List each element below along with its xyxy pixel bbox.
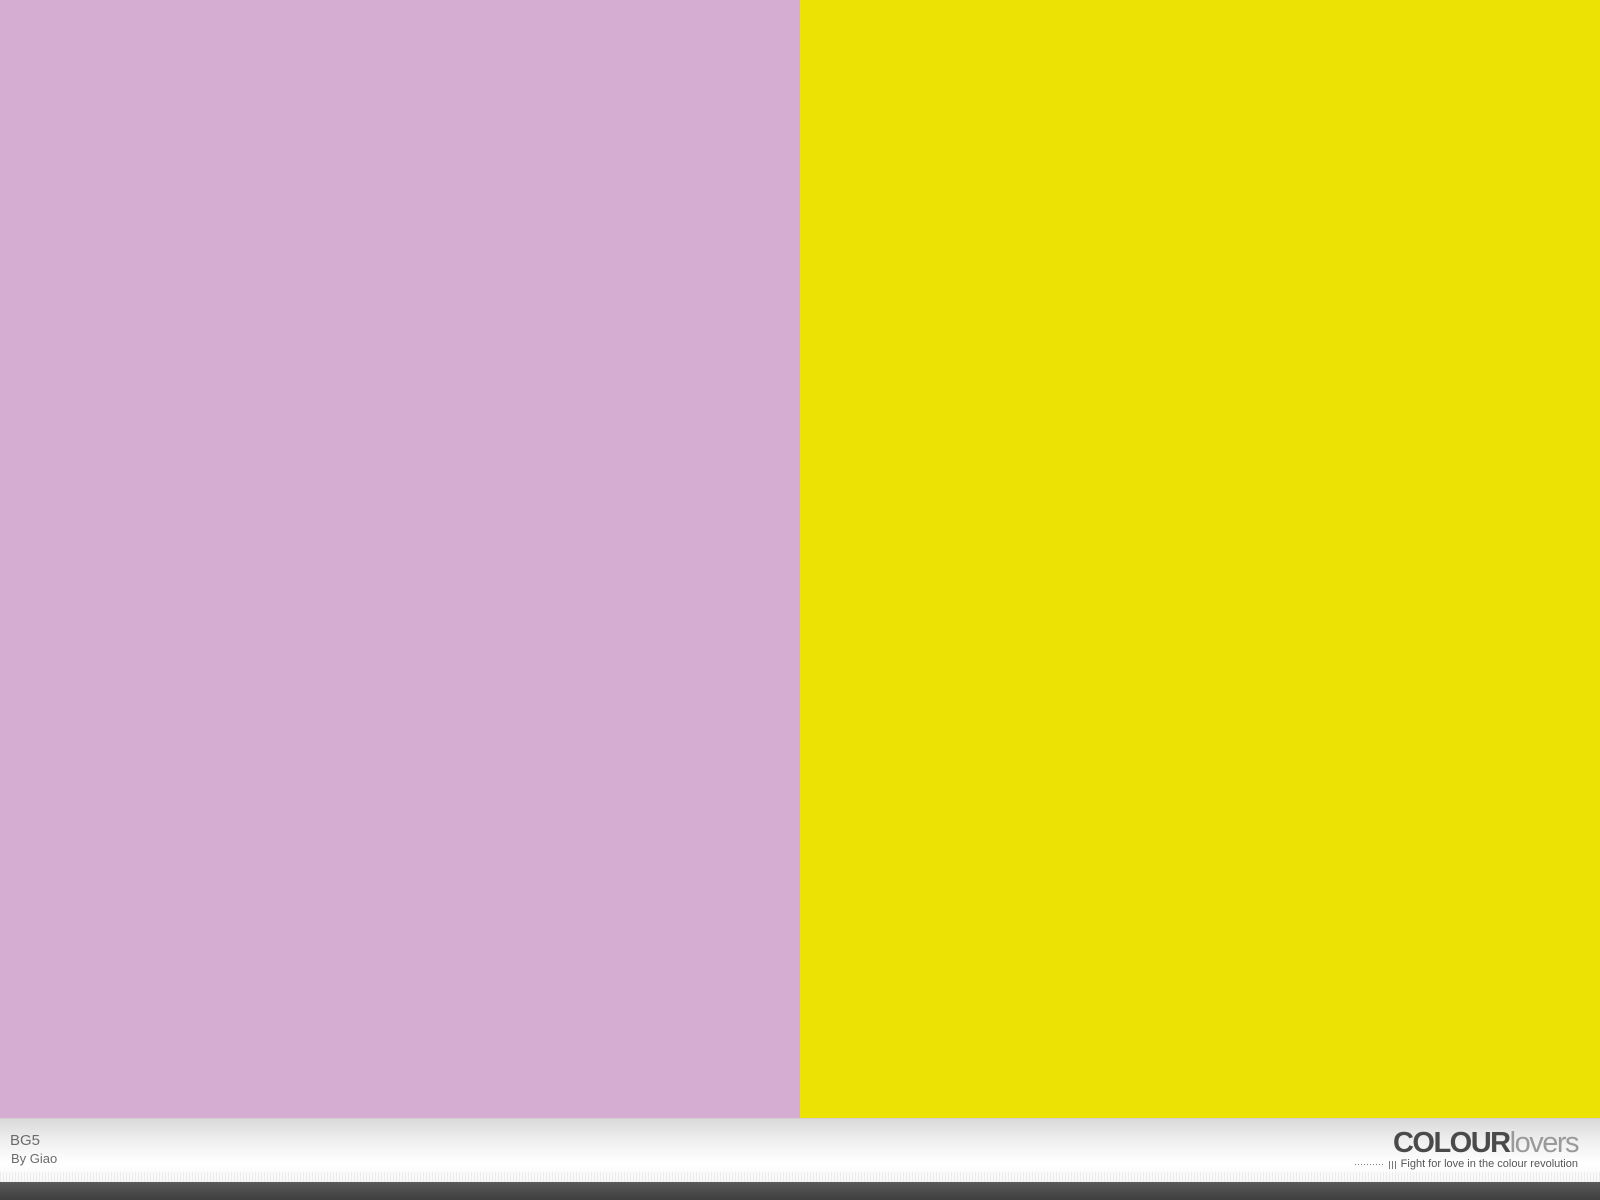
color-swatch-2 [800,0,1600,1118]
colourlovers-brand[interactable]: COLOURlovers Fight for love in the colou… [1354,1127,1580,1173]
tagline-row: Fight for love in the colour revolution [1354,1158,1578,1170]
dot-grid-icon [1388,1160,1397,1169]
palette-swatches [0,0,1600,1118]
dotted-line-icon [1354,1160,1385,1169]
logo-colour-text: COLOUR [1392,1127,1511,1159]
bottom-dark-bar [0,1182,1600,1200]
colourlovers-logo: COLOURlovers [1392,1127,1580,1159]
palette-author: By Giao [11,1151,58,1166]
palette-title: BG5 [10,1132,41,1149]
brand-tagline: Fight for love in the colour revolution [1400,1158,1578,1170]
color-swatch-1 [0,0,800,1118]
palette-page: BG5 By Giao COLOURlovers Fight for love … [0,0,1600,1200]
footer-bar: BG5 By Giao COLOURlovers Fight for love … [0,1118,1600,1182]
logo-lovers-text: lovers [1509,1127,1580,1159]
